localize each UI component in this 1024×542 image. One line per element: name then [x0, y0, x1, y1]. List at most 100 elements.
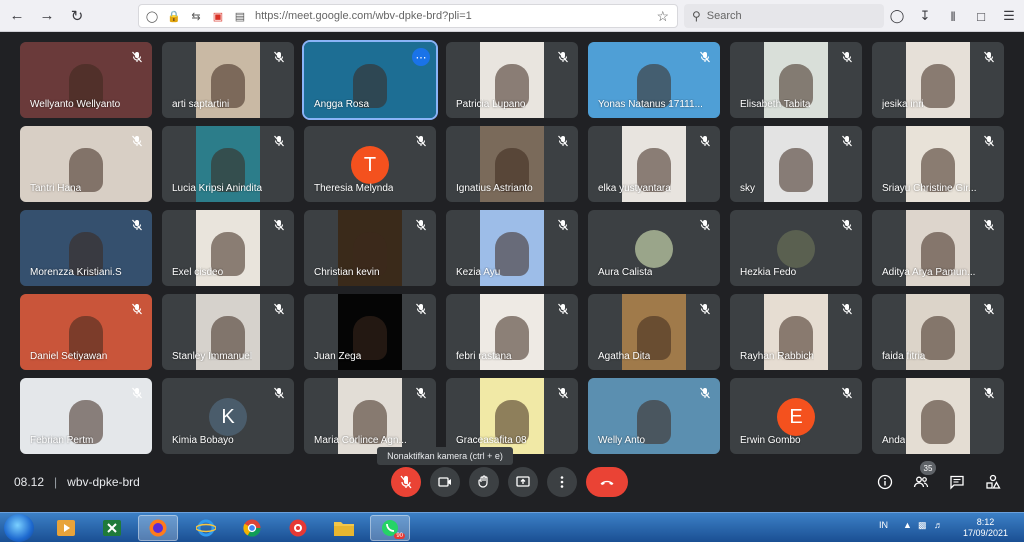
start-button[interactable] [4, 514, 34, 542]
file-explorer-app[interactable] [324, 515, 364, 541]
participant-tile[interactable]: ⋯ Angga Rosa [302, 40, 438, 120]
participant-tile[interactable]: Welly Anto [588, 378, 720, 454]
participant-tile[interactable]: Lucia Kripsi Anindita [162, 126, 294, 202]
system-clock[interactable]: 8:12 17/09/2021 [963, 517, 1008, 539]
volume-icon[interactable]: ♬ [934, 520, 943, 530]
excel-app[interactable] [92, 515, 132, 541]
participant-name: Kimia Bobayo [172, 435, 234, 446]
participant-tile[interactable]: febri rastana [446, 294, 578, 370]
chrome-app[interactable] [232, 515, 272, 541]
participant-tile[interactable]: sky [730, 126, 862, 202]
whatsapp-app[interactable]: 90 [370, 515, 410, 541]
participant-tile[interactable]: Rayhan Rabbich [730, 294, 862, 370]
participant-name: sky [740, 183, 755, 194]
participant-tile[interactable]: K Kimia Bobayo [162, 378, 294, 454]
participant-tile[interactable]: Hezkia Fedo [730, 210, 862, 286]
hangup-icon [600, 480, 614, 485]
mic-off-icon [414, 302, 428, 316]
participant-tile[interactable]: Patricia Lupano [446, 42, 578, 118]
participant-tile[interactable]: Tantri Hana [20, 126, 152, 202]
forward-icon[interactable]: → [34, 4, 60, 28]
network-icon[interactable]: ▩ [918, 520, 927, 531]
mic-off-icon [556, 386, 570, 400]
mic-off-icon [698, 50, 712, 64]
internet-explorer-app[interactable] [186, 515, 226, 541]
participant-name: Aditya Arya Pamun... [882, 267, 976, 278]
participant-tile[interactable]: Yonas Natanus 17111... [588, 42, 720, 118]
lock-icon[interactable]: 🔒 [165, 7, 183, 25]
url-bar[interactable]: ◯ 🔒 ⇆ ▣ ▤ https://meet.google.com/wbv-dp… [138, 4, 678, 28]
video-feed [764, 126, 828, 202]
people-icon [913, 476, 929, 488]
permissions-icon[interactable]: ⇆ [187, 7, 205, 25]
present-screen-button[interactable] [508, 467, 538, 497]
tray-expand-icon[interactable]: ▲ [903, 520, 912, 530]
search-placeholder: Search [706, 10, 742, 22]
participant-tile[interactable]: Stanley Immanuel [162, 294, 294, 370]
participant-tile[interactable]: Aditya Arya Pamun... [872, 210, 1004, 286]
participant-tile[interactable]: Christian kevin [304, 210, 436, 286]
participant-tile[interactable]: Morenzza Kristiani.S [20, 210, 152, 286]
participant-tile[interactable]: E Erwin Gombo [730, 378, 862, 454]
participant-tile[interactable]: Wellyanto Wellyanto [20, 42, 152, 118]
participant-name: arti saptartini [172, 99, 230, 110]
participant-tile[interactable]: Graceasafita 08 [446, 378, 578, 454]
participant-tile[interactable]: Aura Calista [588, 210, 720, 286]
reload-icon[interactable]: ↻ [64, 4, 90, 28]
firefox-app[interactable] [138, 515, 178, 541]
reader-icon[interactable]: ▤ [231, 7, 249, 25]
menu-icon[interactable]: ☰ [1000, 7, 1018, 25]
participant-tile[interactable]: T Theresia Melynda [304, 126, 436, 202]
library-icon[interactable]: ‖ [944, 7, 962, 25]
participant-tile[interactable]: Agatha Dita [588, 294, 720, 370]
participant-tile[interactable]: Anda [872, 378, 1004, 454]
participant-tile[interactable]: Kezia Ayu [446, 210, 578, 286]
participant-tile[interactable]: Elisabeth Tabita [730, 42, 862, 118]
camera-button[interactable] [430, 467, 460, 497]
participant-tile[interactable]: Exel cisdeo [162, 210, 294, 286]
participant-name: Hezkia Fedo [740, 267, 797, 278]
mic-off-icon [272, 386, 286, 400]
chat-button[interactable] [946, 471, 968, 493]
participant-name: Theresia Melynda [314, 183, 394, 194]
participant-tile[interactable]: faida fitria [872, 294, 1004, 370]
pocket-icon[interactable]: ◯ [888, 7, 906, 25]
language-indicator[interactable]: IN [879, 520, 888, 530]
media-player-app[interactable] [46, 515, 86, 541]
participant-tile[interactable]: Maria Corlince Agn... [304, 378, 436, 454]
participant-tile[interactable]: Daniel Setiyawan [20, 294, 152, 370]
participants-button[interactable] [910, 471, 932, 493]
participant-name: Agatha Dita [598, 351, 651, 362]
search-input[interactable]: ⚲ Search [684, 4, 884, 28]
participant-tile[interactable]: Juan Zega [304, 294, 436, 370]
shapes-icon [986, 474, 1001, 489]
participant-tile[interactable]: arti saptartini [162, 42, 294, 118]
raise-hand-button[interactable] [469, 467, 499, 497]
meeting-details-button[interactable] [874, 471, 896, 493]
camera-tooltip: Nonaktifkan kamera (ctrl + e) [377, 447, 513, 465]
participant-tile[interactable]: jesika inri [872, 42, 1004, 118]
bookmark-star-icon[interactable]: ☆ [656, 8, 669, 25]
shield-icon[interactable]: ◯ [143, 7, 161, 25]
clock-time: 8:12 [976, 517, 995, 527]
downloads-icon[interactable]: ↧ [916, 7, 934, 25]
sidebar-icon[interactable]: □ [972, 7, 990, 25]
camera-sharing-icon[interactable]: ▣ [209, 7, 227, 25]
participant-name: Graceasafita 08 [456, 435, 527, 446]
mic-off-icon [556, 50, 570, 64]
participant-name: Sriayu Christine Gir... [882, 183, 977, 194]
participant-tile[interactable]: Febrian Pertm [20, 378, 152, 454]
back-icon[interactable]: ← [4, 4, 30, 28]
screen-recorder-app[interactable] [278, 515, 318, 541]
info-icon [877, 474, 893, 490]
participant-tile[interactable]: Ignatius Astrianto [446, 126, 578, 202]
mute-mic-button[interactable] [391, 467, 421, 497]
participant-tile[interactable]: Sriayu Christine Gir... [872, 126, 1004, 202]
activities-button[interactable] [982, 471, 1004, 493]
participant-name: Aura Calista [598, 267, 653, 278]
tile-options-icon[interactable]: ⋯ [412, 48, 430, 66]
meeting-code: wbv-dpke-brd [67, 475, 140, 489]
participant-tile[interactable]: elka yustyantara [588, 126, 720, 202]
leave-call-button[interactable] [586, 467, 628, 497]
more-options-button[interactable] [547, 467, 577, 497]
